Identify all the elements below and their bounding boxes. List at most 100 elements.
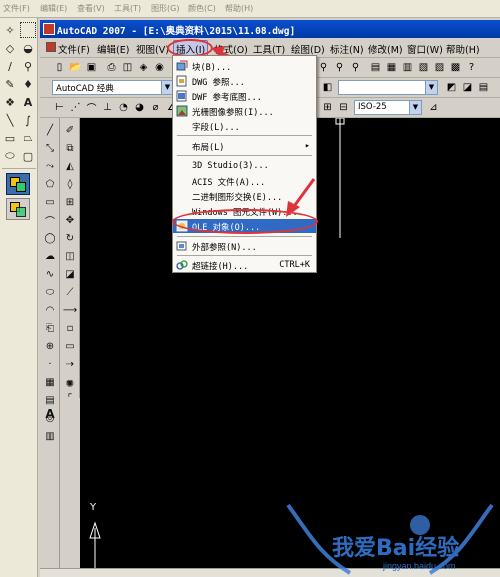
revision-cloud-icon[interactable]: ☁: [42, 248, 58, 264]
offset-icon[interactable]: ◊: [62, 176, 78, 192]
menu-item-block[interactable]: 块(B)...: [173, 59, 316, 73]
erase-icon[interactable]: ✐: [62, 122, 78, 138]
ellipse-tool-icon[interactable]: ⬭: [2, 148, 18, 164]
line-tool-icon[interactable]: ╲: [2, 112, 18, 128]
make-block-icon[interactable]: ⊕: [42, 338, 58, 354]
layer-combo[interactable]: ▼: [338, 80, 438, 95]
menu-item-hyperlink[interactable]: 超链接(H)... CTRL+K: [173, 258, 316, 272]
document-icon[interactable]: [46, 42, 56, 52]
host-menu-help[interactable]: 帮助(H): [225, 3, 253, 14]
help-icon[interactable]: ?: [464, 60, 479, 75]
layer-icon[interactable]: ▤: [476, 80, 491, 95]
make-layer-current-icon[interactable]: ◩: [444, 80, 459, 95]
ordinate-dimension-icon[interactable]: ⊥: [100, 100, 115, 115]
window-titlebar[interactable]: AutoCAD 2007 - [E:\奥典资料\2015\11.08.dwg]: [40, 20, 500, 38]
arc-icon[interactable]: ⌒: [42, 212, 58, 228]
hatch-icon[interactable]: ▦: [42, 374, 58, 390]
magnifier-icon[interactable]: ⚲: [20, 58, 36, 74]
rectangle-icon[interactable]: ▭: [42, 194, 58, 210]
polyline-icon[interactable]: ⤳: [42, 158, 58, 174]
array-icon[interactable]: ⊞: [62, 194, 78, 210]
workspace-combo[interactable]: AutoCAD 经典 ▼: [52, 80, 174, 95]
menu-dimension[interactable]: 标注(N): [330, 42, 364, 56]
zoom-realtime-icon[interactable]: ⚲: [316, 60, 331, 75]
circle-icon[interactable]: ◯: [42, 230, 58, 246]
color-option-transparent-icon[interactable]: [6, 198, 30, 220]
calculator-icon[interactable]: ▩: [448, 60, 463, 75]
menu-edit[interactable]: 编辑(E): [97, 42, 129, 56]
open-file-icon[interactable]: 📂: [68, 60, 83, 75]
ellipse-icon[interactable]: ⬭: [42, 284, 58, 300]
line-icon[interactable]: ╱: [42, 122, 58, 138]
brush-icon[interactable]: ♦: [20, 76, 36, 92]
curve-tool-icon[interactable]: ∫: [20, 112, 36, 128]
chevron-down-icon[interactable]: ▼: [409, 101, 421, 114]
mirror-icon[interactable]: ◭: [62, 158, 78, 174]
eyedropper-icon[interactable]: ∕: [2, 58, 18, 74]
dimension-style-icon[interactable]: ⊿: [426, 100, 441, 115]
break-at-point-icon[interactable]: ▫: [62, 320, 78, 336]
layer-previous-icon[interactable]: ◪: [460, 80, 475, 95]
join-icon[interactable]: ⇢: [62, 356, 78, 372]
dimension-update-icon[interactable]: ⊟: [336, 100, 351, 115]
host-menu-color[interactable]: 颜色(C): [188, 3, 216, 14]
jogged-dimension-icon[interactable]: ◕: [132, 100, 147, 115]
host-menu-file[interactable]: 文件(F): [3, 3, 30, 14]
new-file-icon[interactable]: ▯: [52, 60, 67, 75]
star-select-icon[interactable]: ✧: [2, 22, 18, 38]
aligned-dimension-icon[interactable]: ⋰: [68, 100, 83, 115]
fillet-icon[interactable]: ⌜: [62, 390, 78, 406]
polygon-icon[interactable]: ⬠: [42, 176, 58, 192]
menu-item-3d-studio[interactable]: 3D Studio(3)...: [173, 159, 316, 173]
menu-item-field[interactable]: 字段(L)...: [173, 119, 316, 133]
copy-icon[interactable]: ⧉: [62, 140, 78, 156]
menu-item-layout[interactable]: 布局(L) ▸: [173, 139, 316, 153]
dimension-edit-icon[interactable]: ⊞: [320, 100, 335, 115]
break-icon[interactable]: ▭: [62, 338, 78, 354]
construction-line-icon[interactable]: ⤡: [42, 140, 58, 156]
radius-dimension-icon[interactable]: ◔: [116, 100, 131, 115]
sheet-set-icon[interactable]: ▧: [416, 60, 431, 75]
menu-item-dwf-underlay[interactable]: DWF 参考底图...: [173, 89, 316, 103]
publish-icon[interactable]: ◈: [136, 60, 151, 75]
insert-block-icon[interactable]: ⎗: [42, 320, 58, 336]
menu-window[interactable]: 窗口(W): [407, 42, 443, 56]
multiline-text-icon[interactable]: A: [42, 406, 58, 422]
trim-icon[interactable]: ⟋: [62, 284, 78, 300]
menu-help[interactable]: 帮助(H): [446, 42, 480, 56]
menu-file[interactable]: 文件(F): [58, 42, 90, 56]
tool-palettes-icon[interactable]: ▥: [400, 60, 415, 75]
dimstyle-combo[interactable]: ISO-25 ▼: [354, 100, 422, 115]
explode-icon[interactable]: ✺: [62, 376, 78, 392]
menu-modify[interactable]: 修改(M): [368, 42, 403, 56]
rectangle-tool-icon[interactable]: ▭: [2, 130, 18, 146]
print-icon[interactable]: ⎙: [104, 60, 119, 75]
pencil-icon[interactable]: ✎: [2, 76, 18, 92]
ellipse-arc-icon[interactable]: ◠: [42, 302, 58, 318]
point-icon[interactable]: ·: [42, 356, 58, 372]
eraser-icon[interactable]: ◇: [2, 40, 18, 56]
zoom-previous-icon[interactable]: ⚲: [348, 60, 363, 75]
rotate-icon[interactable]: ↻: [62, 230, 78, 246]
markup-icon[interactable]: ▨: [432, 60, 447, 75]
menu-item-xref[interactable]: 外部参照(N)...: [173, 239, 316, 253]
stretch-icon[interactable]: ◪: [62, 266, 78, 282]
host-menu-tools[interactable]: 工具(T): [114, 3, 141, 14]
design-center-icon[interactable]: ▦: [384, 60, 399, 75]
menu-view[interactable]: 视图(V): [136, 42, 169, 56]
rect-select-icon[interactable]: [20, 22, 36, 38]
scale-icon[interactable]: ◫: [62, 248, 78, 264]
3d-dwf-icon[interactable]: ◉: [152, 60, 167, 75]
arc-length-icon[interactable]: ⌒: [84, 100, 99, 115]
polygon-tool-icon[interactable]: ⏢: [20, 130, 36, 146]
host-menu-edit[interactable]: 编辑(E): [40, 3, 67, 14]
chevron-down-icon[interactable]: ▼: [425, 81, 437, 94]
menu-item-dwg-reference[interactable]: DWG 参照...: [173, 74, 316, 88]
save-file-icon[interactable]: ▣: [84, 60, 99, 75]
linear-dimension-icon[interactable]: ⊢: [52, 100, 67, 115]
table-icon[interactable]: ▥: [42, 428, 58, 444]
menu-item-raster-image[interactable]: 光栅图像参照(I)...: [173, 104, 316, 118]
text-tool-icon[interactable]: A: [20, 94, 36, 110]
menu-draw[interactable]: 绘图(D): [291, 42, 325, 56]
host-menu-graphics[interactable]: 图形(G): [151, 3, 179, 14]
